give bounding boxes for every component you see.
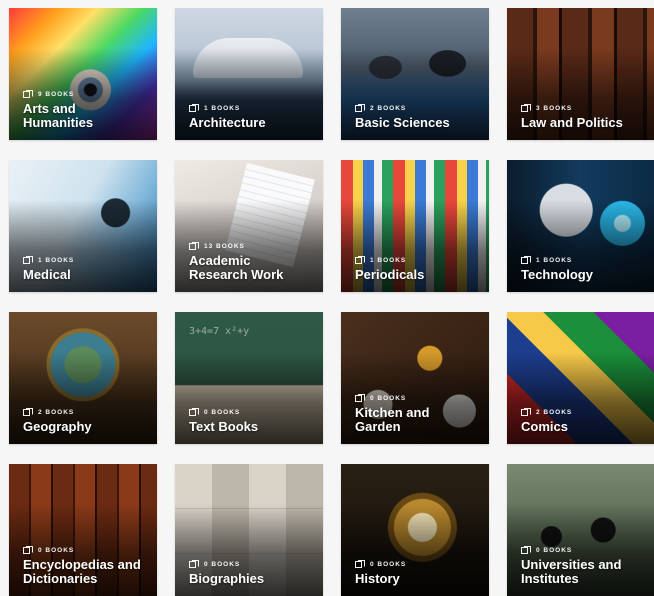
category-name: Technology bbox=[521, 267, 593, 282]
category-tile-technology[interactable]: 1 BOOKS Technology bbox=[507, 160, 654, 292]
category-tile-periodicals[interactable]: 1 BOOKS Periodicals bbox=[341, 160, 489, 292]
book-count: 2 BOOKS bbox=[38, 409, 75, 416]
category-name: Basic Sciences bbox=[355, 115, 450, 130]
category-name: Geography bbox=[23, 419, 92, 434]
book-count: 2 BOOKS bbox=[536, 409, 573, 416]
category-tile-architecture[interactable]: 1 BOOKS Architecture bbox=[175, 8, 323, 140]
category-tile-text-books[interactable]: 0 BOOKS Text Books bbox=[175, 312, 323, 444]
category-tile-medical[interactable]: 1 BOOKS Medical bbox=[9, 160, 157, 292]
books-icon bbox=[355, 394, 365, 402]
books-icon bbox=[189, 408, 199, 416]
category-tile-encyclopedias-and-dictionaries[interactable]: 0 BOOKS Encyclopedias and Dictionaries bbox=[9, 464, 157, 596]
books-icon bbox=[189, 104, 199, 112]
books-icon bbox=[23, 256, 33, 264]
book-count: 1 BOOKS bbox=[536, 257, 573, 264]
category-tile-comics[interactable]: 2 BOOKS Comics bbox=[507, 312, 654, 444]
book-count: 1 BOOKS bbox=[38, 257, 75, 264]
category-name: Academic Research Work bbox=[189, 253, 284, 282]
category-name: Encyclopedias and Dictionaries bbox=[23, 557, 141, 586]
category-name: Architecture bbox=[189, 115, 266, 130]
category-tile-history[interactable]: 0 BOOKS History bbox=[341, 464, 489, 596]
category-tile-kitchen-and-garden[interactable]: 0 BOOKS Kitchen and Garden bbox=[341, 312, 489, 444]
book-count: 9 BOOKS bbox=[38, 91, 75, 98]
category-name: Text Books bbox=[189, 419, 259, 434]
book-count: 0 BOOKS bbox=[38, 547, 75, 554]
books-icon bbox=[23, 546, 33, 554]
books-icon bbox=[189, 242, 199, 250]
books-icon bbox=[355, 560, 365, 568]
books-icon bbox=[189, 560, 199, 568]
books-icon bbox=[521, 104, 531, 112]
books-icon bbox=[355, 256, 365, 264]
category-name: History bbox=[355, 571, 400, 586]
category-name: Medical bbox=[23, 267, 71, 282]
book-count: 0 BOOKS bbox=[204, 409, 241, 416]
book-count: 1 BOOKS bbox=[370, 257, 407, 264]
category-tile-arts-and-humanities[interactable]: 9 BOOKS Arts and Humanities bbox=[9, 8, 157, 140]
books-icon bbox=[521, 546, 531, 554]
category-tile-geography[interactable]: 2 BOOKS Geography bbox=[9, 312, 157, 444]
book-count: 1 BOOKS bbox=[204, 105, 241, 112]
category-tile-academic-research-work[interactable]: 13 BOOKS Academic Research Work bbox=[175, 160, 323, 292]
book-count: 13 BOOKS bbox=[204, 243, 245, 250]
category-tile-law-and-politics[interactable]: 3 BOOKS Law and Politics bbox=[507, 8, 654, 140]
category-name: Universities and Institutes bbox=[521, 557, 622, 586]
category-name: Biographies bbox=[189, 571, 265, 586]
books-icon bbox=[521, 256, 531, 264]
category-name: Law and Politics bbox=[521, 115, 623, 130]
book-count: 2 BOOKS bbox=[370, 105, 407, 112]
category-name: Kitchen and Garden bbox=[355, 405, 430, 434]
books-icon bbox=[355, 104, 365, 112]
book-count: 3 BOOKS bbox=[536, 105, 573, 112]
category-grid: 9 BOOKS Arts and Humanities 1 BOOKS Arch… bbox=[0, 0, 654, 596]
book-count: 0 BOOKS bbox=[370, 395, 407, 402]
books-icon bbox=[23, 90, 33, 98]
category-name: Comics bbox=[521, 419, 568, 434]
book-count: 0 BOOKS bbox=[204, 561, 241, 568]
category-name: Arts and Humanities bbox=[23, 101, 94, 130]
books-icon bbox=[521, 408, 531, 416]
books-icon bbox=[23, 408, 33, 416]
category-tile-basic-sciences[interactable]: 2 BOOKS Basic Sciences bbox=[341, 8, 489, 140]
category-tile-biographies[interactable]: 0 BOOKS Biographies bbox=[175, 464, 323, 596]
category-tile-universities-and-institutes[interactable]: 0 BOOKS Universities and Institutes bbox=[507, 464, 654, 596]
book-count: 0 BOOKS bbox=[536, 547, 573, 554]
category-name: Periodicals bbox=[355, 267, 425, 282]
book-count: 0 BOOKS bbox=[370, 561, 407, 568]
